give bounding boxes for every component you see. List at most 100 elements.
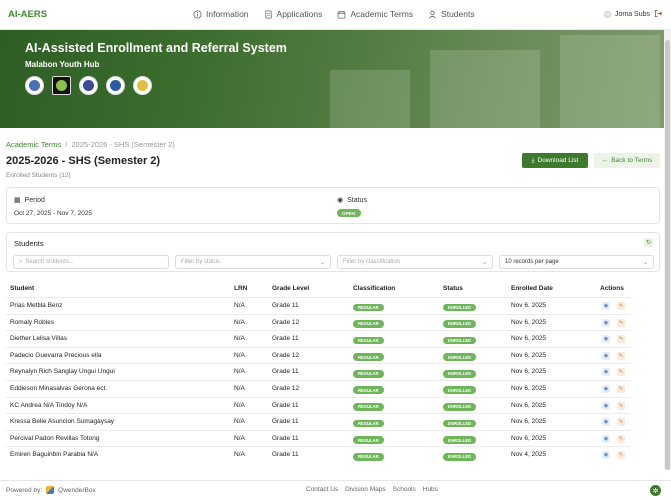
breadcrumb-separator: / <box>65 140 68 149</box>
info-icon <box>193 9 202 19</box>
students-filter-card: Students ↻ ⌕ Search students... Filter b… <box>6 232 660 272</box>
classification-filter-select[interactable]: Filter by classification ⌄ <box>337 255 493 269</box>
download-list-button[interactable]: ⤓ Download List <box>522 153 588 168</box>
cell-student: Padecio Guevarra Precious ella <box>10 351 102 359</box>
nav-item-academic-terms[interactable]: Academic Terms <box>337 9 413 19</box>
footer-link-division-maps[interactable]: Division Maps <box>345 486 385 493</box>
cell-grade-level: Grade 11 <box>272 418 299 426</box>
brand-logo-text[interactable]: AI-AERS <box>8 9 47 20</box>
eye-icon: ◉ <box>603 419 609 426</box>
scrollbar-thumb[interactable] <box>665 40 670 470</box>
hero-background-building <box>330 70 410 128</box>
footer-link-contact-us[interactable]: Contact Us <box>306 486 338 493</box>
edit-icon: ✎ <box>618 435 624 442</box>
view-button[interactable]: ◉ <box>602 318 610 327</box>
page-scrollbar[interactable] <box>664 30 671 470</box>
classification-badge: REGULAR <box>353 419 384 428</box>
breadcrumb-academic-terms[interactable]: Academic Terms <box>6 140 61 149</box>
footer-link-schools[interactable]: Schools <box>393 486 416 493</box>
edit-icon: ✎ <box>618 336 624 343</box>
cell-enrolled-date: Nov 6, 2025 <box>511 351 547 359</box>
cell-lrn: N/A <box>234 302 245 309</box>
edit-button[interactable]: ✎ <box>617 318 625 327</box>
column-header-classification[interactable]: Classification <box>353 285 395 292</box>
students-table: Student LRN Grade Level Classification S… <box>6 282 630 463</box>
cell-student: Emiren Baguinbin Parabia N/A <box>10 451 99 459</box>
nav-item-applications[interactable]: Applications <box>264 9 322 19</box>
edit-button[interactable]: ✎ <box>617 451 625 460</box>
view-button[interactable]: ◉ <box>602 401 610 410</box>
view-button[interactable]: ◉ <box>602 335 610 344</box>
enrollment-status-badge: ENROLLED <box>443 419 477 428</box>
column-header-lrn[interactable]: LRN <box>234 285 247 292</box>
edit-button[interactable]: ✎ <box>617 368 625 377</box>
hero-background-building <box>560 35 660 128</box>
cell-enrolled-date: Nov 6, 2025 <box>511 335 547 343</box>
company-name[interactable]: QwenderBox <box>58 487 96 494</box>
column-header-enrolled-date[interactable]: Enrolled Date <box>511 285 553 292</box>
cell-grade-level: Grade 12 <box>272 351 300 359</box>
eye-icon: ◉ <box>603 336 609 343</box>
view-button[interactable]: ◉ <box>602 434 610 443</box>
cell-grade-level: Grade 11 <box>272 302 299 309</box>
enrollment-status-badge: ENROLLED <box>443 320 477 328</box>
cell-student: Reynalyn Rich Sanglay Ungui Ungui <box>10 368 115 376</box>
column-header-grade-level[interactable]: Grade Level <box>272 285 309 292</box>
download-list-label: Download List <box>537 157 579 164</box>
edit-button[interactable]: ✎ <box>617 335 625 344</box>
refresh-button[interactable]: ↻ <box>644 238 653 247</box>
column-header-student[interactable]: Student <box>10 285 34 292</box>
edit-button[interactable]: ✎ <box>617 418 625 427</box>
user-icon <box>429 10 437 18</box>
user-menu[interactable]: Joma Subs <box>603 9 663 20</box>
table-row: Prias Mettila Benz N/A Grade 11 REGULAR ENRO… <box>6 297 630 314</box>
enrollment-status-badge: ENROLLED <box>443 353 477 362</box>
footer-link-hubs[interactable]: Hubs <box>423 486 438 493</box>
table-row: Reynalyn Rich Sanglay Ungui Ungui N/A Grad… <box>6 363 630 380</box>
edit-button[interactable]: ✎ <box>617 302 625 310</box>
status-badge: OPEN <box>337 209 361 217</box>
hero-banner: AI-Assisted Enrollment and Referral Syst… <box>0 30 671 128</box>
view-button[interactable]: ◉ <box>602 302 610 310</box>
download-icon: ⤓ <box>531 156 535 164</box>
view-button[interactable]: ◉ <box>602 384 610 393</box>
classification-badge: REGULAR <box>353 303 384 312</box>
nav-item-students[interactable]: Students <box>428 9 475 19</box>
edit-button[interactable]: ✎ <box>617 401 625 410</box>
edit-button[interactable]: ✎ <box>617 384 625 393</box>
cell-student: Percival Padon Revillas Totong <box>10 434 100 442</box>
status-filter-select[interactable]: Filter by status ⌄ <box>175 255 331 269</box>
settings-button[interactable]: ✲ <box>650 485 661 496</box>
breadcrumb: Academic Terms / 2025-2026 - SHS (Semest… <box>6 140 175 149</box>
view-button[interactable]: ◉ <box>602 451 610 460</box>
gear-icon: ✲ <box>652 487 659 495</box>
classification-badge: REGULAR <box>353 336 384 345</box>
cell-enrolled-date: Nov 6, 2025 <box>511 384 547 392</box>
powered-by-label: Powered by: <box>6 486 43 494</box>
cell-student: Kressa Belle Asuncion Sumagaysay <box>10 418 115 426</box>
view-button[interactable]: ◉ <box>602 368 610 377</box>
edit-icon: ✎ <box>618 385 624 392</box>
column-header-status[interactable]: Status <box>443 285 463 292</box>
edit-button[interactable]: ✎ <box>617 351 625 360</box>
cell-grade-level: Grade 11 <box>272 335 299 343</box>
search-input[interactable]: ⌕ Search students... <box>13 255 169 269</box>
view-button[interactable]: ◉ <box>602 351 610 360</box>
cell-lrn: N/A <box>234 368 245 376</box>
view-button[interactable]: ◉ <box>602 418 610 427</box>
classification-badge: REGULAR <box>353 320 384 328</box>
back-to-terms-button[interactable]: ← Back to Terms <box>594 153 660 168</box>
enrollment-status-badge: ENROLLED <box>443 452 477 461</box>
status-filter-value: Filter by status <box>181 259 221 265</box>
cell-student: Eddieson Minasalvas Gerona ect. <box>10 384 108 392</box>
logout-button[interactable] <box>654 9 663 20</box>
nav-item-label: Academic Terms <box>350 9 414 19</box>
enrollment-status-badge: ENROLLED <box>443 303 477 312</box>
nav-item-label: Students <box>441 9 475 19</box>
cell-grade-level: Grade 11 <box>272 451 299 459</box>
records-per-page-select[interactable]: 10 records per page ⌄ <box>499 255 654 269</box>
arrow-left-icon: ← <box>601 157 609 164</box>
table-row: Kressa Belle Asuncion Sumagaysay N/A Grade… <box>6 413 630 430</box>
edit-button[interactable]: ✎ <box>617 434 625 443</box>
nav-item-information[interactable]: Information <box>193 9 249 19</box>
